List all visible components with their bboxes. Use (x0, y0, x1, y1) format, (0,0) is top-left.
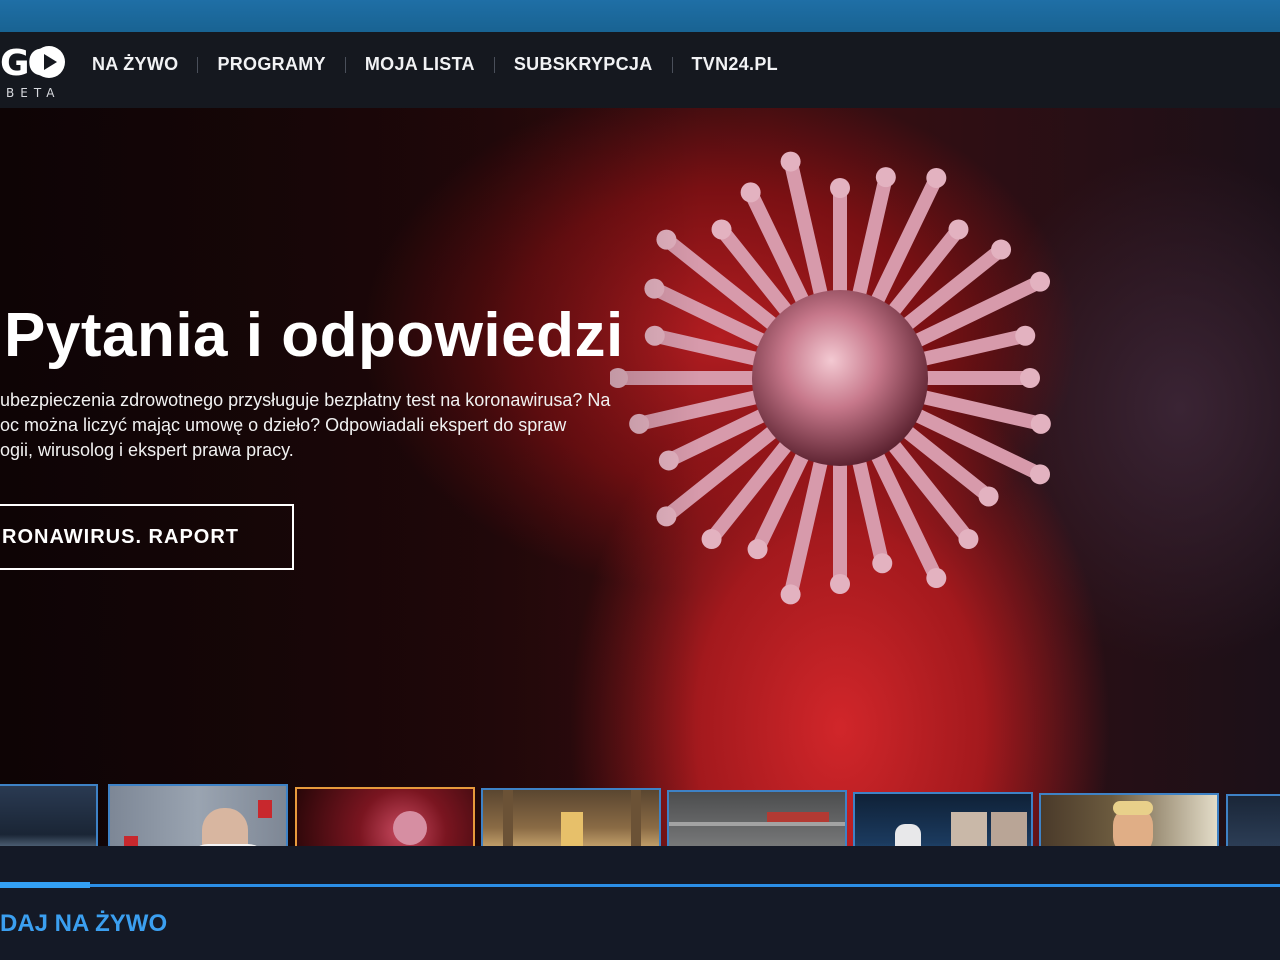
nav-item-my-list[interactable]: MOJA LISTA (365, 54, 475, 75)
nav-divider (493, 56, 495, 73)
carousel-item-cathedral[interactable] (481, 788, 661, 846)
carousel-item-minister-press[interactable] (108, 784, 288, 846)
live-section-bar (0, 846, 1280, 960)
carousel-item-virus[interactable] (295, 787, 475, 846)
nav-divider (344, 56, 346, 73)
carousel-item-trump[interactable] (1039, 793, 1219, 846)
nav-divider (197, 56, 199, 73)
carousel-item-tv-studio[interactable] (0, 784, 98, 846)
top-navbar: GO BETA NA ŻYWO PROGRAMY MOJA LISTA SUBS… (0, 32, 1280, 108)
hero-button-label: RONAWIRUS. RAPORT (2, 525, 239, 548)
nav-item-tvn24[interactable]: TVN24.PL (692, 54, 778, 75)
nav-item-subscription[interactable]: SUBSKRYPCJA (514, 54, 653, 75)
coronavirus-report-button[interactable]: RONAWIRUS. RAPORT (0, 504, 294, 570)
carousel-item-news-studio[interactable] (853, 792, 1033, 846)
nav-item-programs[interactable]: PROGRAMY (217, 54, 325, 75)
window-top-frame (0, 0, 1280, 34)
logo-beta-badge: BETA (6, 86, 61, 100)
video-carousel (0, 784, 1280, 846)
nav-item-live[interactable]: NA ŻYWO (92, 54, 178, 75)
carousel-item-partial[interactable] (1226, 794, 1280, 846)
app-logo[interactable]: GO BETA (0, 42, 70, 102)
play-icon (33, 46, 65, 78)
hero-gradient-overlay (0, 108, 700, 846)
live-section-title: DAJ NA ŻYWO (0, 910, 168, 937)
hero-description: ubezpieczenia zdrowotnego przysługuje be… (0, 390, 611, 460)
carousel-progress-track (0, 884, 1280, 887)
main-nav: NA ŻYWO PROGRAMY MOJA LISTA SUBSKRYPCJA … (92, 54, 778, 75)
nav-divider (671, 56, 673, 73)
hero-title: Pytania i odpowiedzi (4, 301, 624, 370)
hero-banner: Pytania i odpowiedzi ubezpieczenia zdrow… (0, 108, 1280, 846)
carousel-progress-fill (0, 882, 90, 888)
carousel-item-hospital[interactable] (667, 790, 847, 846)
